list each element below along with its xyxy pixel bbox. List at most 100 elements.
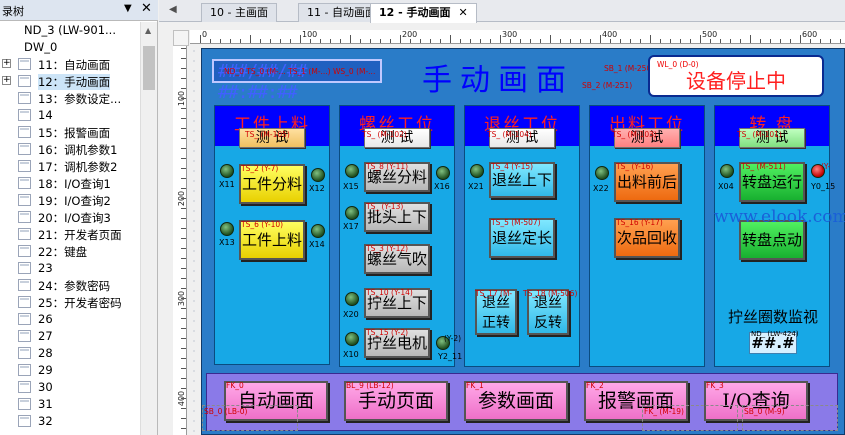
ruler-tick [730, 39, 731, 43]
tree-item[interactable]: 14 [0, 107, 140, 124]
tree-item[interactable]: +12：手动画面 [0, 73, 140, 90]
hmi-screen[interactable]: ###/##/## ##:##:## ND_0 TS_0 (M-... TS_1… [201, 48, 845, 435]
sensor-label: X04 [718, 182, 734, 191]
tree-item-label: 24：参数密码 [38, 279, 111, 293]
tree-item[interactable]: 22：键盘 [0, 243, 140, 260]
tab-scroll-left-icon[interactable]: ◀ [169, 4, 177, 15]
tree-item[interactable]: 13：参数设定... [0, 90, 140, 107]
ruler-tick [181, 398, 186, 399]
tab-main-screen[interactable]: 10 - 主画面 [201, 3, 277, 22]
tree-item-label: 30 [38, 380, 53, 394]
ruler-tick [340, 39, 341, 43]
ruler-corner-icon[interactable] [173, 30, 189, 46]
tree-item[interactable]: 28 [0, 345, 140, 362]
nav-label: 参数画面 [477, 390, 554, 412]
sensor-label: X20 [343, 310, 359, 319]
tree-item[interactable]: 26 [0, 311, 140, 328]
ruler-tick [690, 39, 691, 43]
tree-item-label: 31 [38, 397, 53, 411]
tree-item-label: 11：自动画面 [38, 58, 111, 72]
button-tag: TS_ (M-511) [741, 162, 786, 171]
button-tag: TS_10 (Y-14) [366, 288, 413, 297]
ruler-tick [181, 318, 186, 319]
tree-item[interactable]: 29 [0, 362, 140, 379]
nav-tag: FK_0 [226, 381, 244, 390]
page-icon [18, 364, 31, 376]
tab-close-icon[interactable]: ✕ [459, 6, 468, 19]
tree-item[interactable]: +11：自动画面 [0, 56, 140, 73]
sensor-lamp [220, 222, 234, 236]
dropdown-icon[interactable]: ▼ [124, 3, 132, 14]
expand-icon[interactable]: + [2, 76, 11, 85]
tree-item[interactable]: 32 [0, 413, 140, 430]
tree-item[interactable]: 23 [0, 260, 140, 277]
ruler-tick [810, 39, 811, 43]
tree-item[interactable]: 20：I/O查询3 [0, 209, 140, 226]
ruler-tick [780, 39, 781, 43]
button-label: 转盘运行 [741, 173, 802, 191]
tree-item[interactable]: 21：开发者页面 [0, 226, 140, 243]
scroll-thumb[interactable] [143, 46, 155, 90]
output-tag: (Y-2) [444, 334, 462, 343]
tree-item[interactable]: ND_3 (LW-901... [0, 22, 140, 39]
tree-item[interactable]: 18：I/O查询1 [0, 175, 140, 192]
tree-item[interactable]: 16：调机参数1 [0, 141, 140, 158]
ruler-tick [330, 39, 331, 43]
ruler-tick [830, 39, 831, 43]
ruler-tick [570, 39, 571, 43]
tree-item[interactable]: 19：I/O查询2 [0, 192, 140, 209]
ruler-tick [181, 148, 186, 149]
ruler-tick [700, 35, 701, 43]
tree-item-label: DW_0 [24, 40, 58, 54]
ruler-tick [510, 39, 511, 43]
tree-item-label: 23 [38, 261, 53, 275]
sensor-lamp [311, 224, 325, 238]
monitor-tag: ND_ (LW-424) [751, 330, 799, 338]
monitor-label: 拧丝圈数监视 [727, 308, 818, 326]
ruler-tick [770, 39, 771, 43]
tree-item[interactable]: 25：开发者密码 [0, 294, 140, 311]
ruler-tick [181, 268, 186, 269]
ruler-tick [350, 35, 351, 43]
nav-tag: BL_9 (LB-12) [346, 381, 394, 390]
ruler-tick [181, 88, 186, 89]
ruler-tick [560, 39, 561, 43]
ruler-tick [181, 168, 186, 169]
ruler-tick [640, 39, 641, 43]
ruler-tick [590, 39, 591, 43]
tree-item[interactable]: 27 [0, 328, 140, 345]
button-tag: TS_18 (M-506) [523, 289, 578, 298]
sb-tag: SB_0 (M-9) [744, 407, 785, 416]
button-tag: TS_2 (Y-7) [241, 164, 279, 173]
tab-manual-screen[interactable]: 12 - 手动画面 ✕ [370, 3, 477, 23]
expand-icon[interactable]: + [2, 59, 11, 68]
tree-item[interactable]: DW_0 [0, 39, 140, 56]
sensor-lamp [220, 164, 234, 178]
test-tag: TS_ (M-101) [737, 130, 782, 139]
ruler-tick [440, 39, 441, 43]
page-icon [18, 398, 31, 410]
button-label: 退丝正转 [482, 295, 510, 331]
ruler-vertical: 100200300400 [173, 46, 187, 435]
project-tree-panel: 录树 ▼ ✕ ND_3 (LW-901... DW_0 +11：自动画面 +12：手动… [0, 0, 158, 435]
tree-item-label: 29 [38, 363, 53, 377]
page-icon [18, 262, 31, 274]
page-icon [18, 160, 31, 172]
close-icon[interactable]: ✕ [141, 1, 152, 16]
tree-item[interactable]: 15：报警画面 [0, 124, 140, 141]
ruler-tick [181, 98, 186, 99]
panel-turntable: 转 盘 测 试 TS_ (M-101) X04 转盘运行 TS_ (M-511)… [714, 105, 835, 367]
tree-item[interactable]: 30 [0, 379, 140, 396]
page-icon [18, 381, 31, 393]
ruler-tick [181, 358, 186, 359]
tree-item[interactable]: 31 [0, 396, 140, 413]
scroll-up-icon[interactable]: ▲ [145, 26, 151, 35]
button-tag: TS_4 (Y-15) [491, 162, 534, 171]
tree-item[interactable]: 24：参数密码 [0, 277, 140, 294]
ruler-tick [320, 39, 321, 43]
button-tag: TS_8 (Y-11) [366, 162, 409, 171]
ruler-tick [750, 35, 751, 43]
tree-scrollbar[interactable]: ▲ [140, 22, 157, 435]
button-label: 次品回收 [616, 229, 677, 247]
tree-item[interactable]: 17：调机参数2 [0, 158, 140, 175]
